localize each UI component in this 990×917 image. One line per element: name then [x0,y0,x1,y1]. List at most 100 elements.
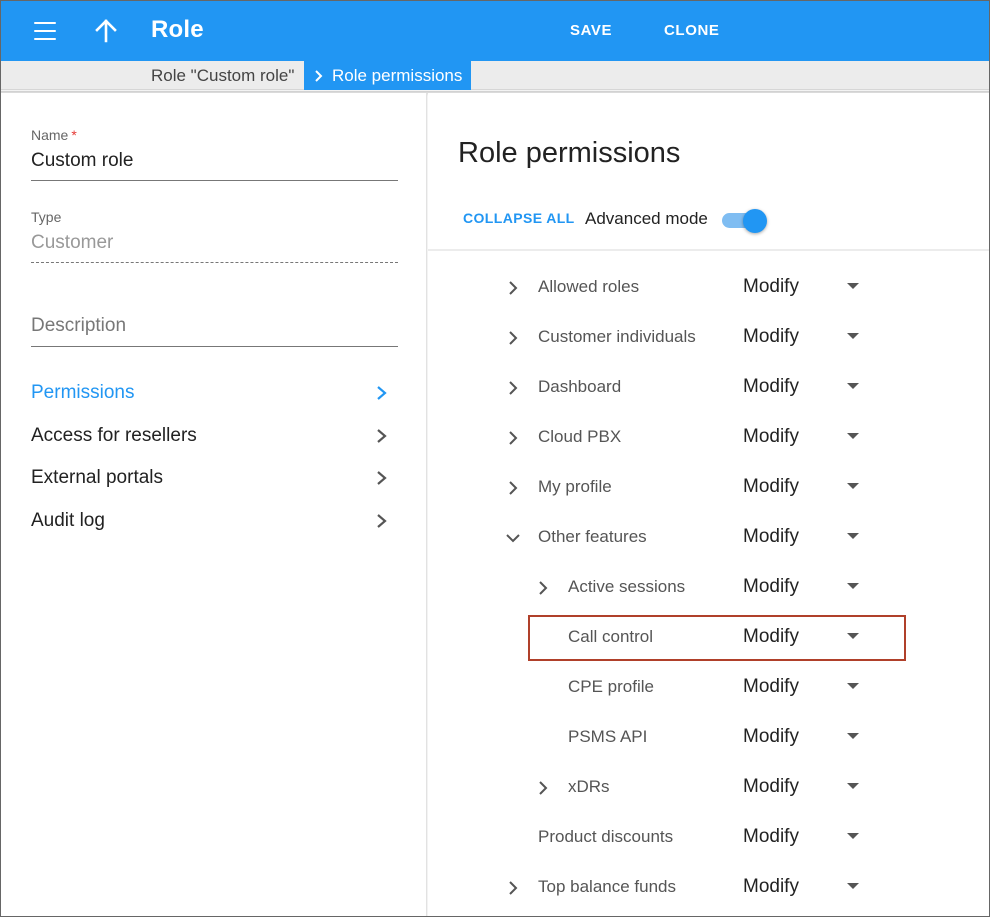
collapse-all-button[interactable]: COLLAPSE ALL [463,210,575,226]
triangle-down-icon[interactable] [846,832,860,840]
permission-row: Cloud PBX Modify [428,413,989,463]
nav-item-label: Access for resellers [31,425,197,446]
chevron-right-icon [377,429,387,443]
type-field-label: Type [31,209,62,225]
permission-row: Top balance funds Modify [428,863,989,913]
chevron-right-icon [377,471,387,485]
chevron-right-icon[interactable] [532,577,554,599]
permission-select[interactable]: Modify [743,276,799,298]
breadcrumb-current: Role permissions [304,61,472,90]
permission-select[interactable]: Modify [743,326,799,348]
description-input[interactable]: Description [31,315,398,347]
permission-select[interactable]: Modify [743,526,799,548]
name-field[interactable]: Name * Custom role [31,127,398,181]
permission-label: Product discounts [538,827,674,846]
chevron-down-icon[interactable] [502,527,524,549]
chevron-right-icon [315,69,323,82]
nav-item-external-portals[interactable]: External portals [31,461,398,495]
permission-row: Dashboard Modify [428,363,989,413]
permission-select[interactable]: Modify [743,826,799,848]
nav-item-label: External portals [31,467,164,488]
nav-item-label: Audit log [31,510,105,531]
permission-row: xDRs Modify [428,763,989,813]
permission-row: Allowed roles Modify [428,263,989,313]
triangle-down-icon[interactable] [846,882,860,890]
permission-select[interactable]: Modify [743,376,799,398]
page-title: Role [151,16,204,43]
triangle-down-icon[interactable] [846,382,860,390]
left-panel: Name * Custom role Type Customer Descript… [1,93,427,916]
permission-label: Active sessions [568,577,686,596]
permission-label: xDRs [568,777,610,796]
permission-row: My profile Modify [428,463,989,513]
nav-item-audit-log[interactable]: Audit log [31,504,398,538]
permission-label: Other features [538,527,647,546]
permission-label: Allowed roles [538,277,640,296]
save-button[interactable]: SAVE [570,22,612,39]
permission-row-call-control: Call control Modify [428,613,989,663]
chevron-right-icon[interactable] [502,377,524,399]
app-window: Role SAVE CLONE Role "Custom role" Role … [0,0,990,917]
name-input[interactable]: Custom role [31,150,398,181]
chevron-right-icon[interactable] [502,477,524,499]
triangle-down-icon[interactable] [846,432,860,440]
hamburger-menu-icon[interactable] [29,17,61,45]
permission-label: CPE profile [568,677,654,696]
permission-row: Other features Modify [428,513,989,563]
breadcrumb: Role "Custom role" Role permissions [1,61,989,90]
nav-item-label: Permissions [31,382,135,403]
triangle-down-icon[interactable] [846,632,860,640]
nav-item-access-for-resellers[interactable]: Access for resellers [31,419,398,453]
triangle-down-icon[interactable] [846,732,860,740]
triangle-down-icon[interactable] [846,782,860,790]
permission-label: Cloud PBX [538,427,622,446]
triangle-down-icon[interactable] [846,682,860,690]
permission-label: Customer individuals [538,327,696,346]
permission-select[interactable]: Modify [743,626,799,648]
permission-row: Active sessions Modify [428,563,989,613]
triangle-down-icon[interactable] [846,282,860,290]
chevron-right-icon [377,514,387,528]
permission-select[interactable]: Modify [743,876,799,898]
clone-button[interactable]: CLONE [664,22,720,39]
description-field[interactable]: Description [31,315,398,347]
chevron-right-icon[interactable] [532,777,554,799]
type-field: Type Customer [31,209,398,263]
advanced-mode-label: Advanced mode [585,209,708,228]
breadcrumb-parent-link[interactable]: Role "Custom role" [151,66,294,86]
role-permissions-panel: Role permissions COLLAPSE ALL Advanced m… [428,93,989,916]
permission-label: Top balance funds [538,877,676,896]
required-marker: * [71,127,77,143]
permission-select[interactable]: Modify [743,726,799,748]
triangle-down-icon[interactable] [846,332,860,340]
triangle-down-icon[interactable] [846,532,860,540]
permission-row: Product discounts Modify [428,813,989,863]
name-field-label: Name * [31,127,77,143]
chevron-right-icon [377,386,387,400]
permission-select[interactable]: Modify [743,776,799,798]
top-app-bar: Role SAVE CLONE [1,1,989,61]
arrow-up-icon[interactable] [89,15,123,47]
chevron-right-icon[interactable] [502,427,524,449]
breadcrumb-current-label: Role permissions [332,65,463,85]
permission-label: Dashboard [538,377,622,396]
triangle-down-icon[interactable] [846,482,860,490]
permission-row: PSMS API Modify [428,713,989,763]
nav-item-permissions[interactable]: Permissions [31,376,398,410]
triangle-down-icon[interactable] [846,582,860,590]
advanced-mode-toggle[interactable] [720,209,768,233]
chevron-right-icon[interactable] [502,877,524,899]
permission-select[interactable]: Modify [743,576,799,598]
permission-label: PSMS API [568,727,648,746]
permission-row: Customer individuals Modify [428,313,989,363]
chevron-right-icon[interactable] [502,327,524,349]
section-title: Role permissions [458,137,681,169]
permission-row: CPE profile Modify [428,663,989,713]
permission-label: Call control [568,627,654,646]
permission-select[interactable]: Modify [743,476,799,498]
permission-select[interactable]: Modify [743,426,799,448]
chevron-right-icon[interactable] [502,277,524,299]
permission-select[interactable]: Modify [743,676,799,698]
toggle-knob [743,209,767,233]
permission-label: My profile [538,477,612,496]
